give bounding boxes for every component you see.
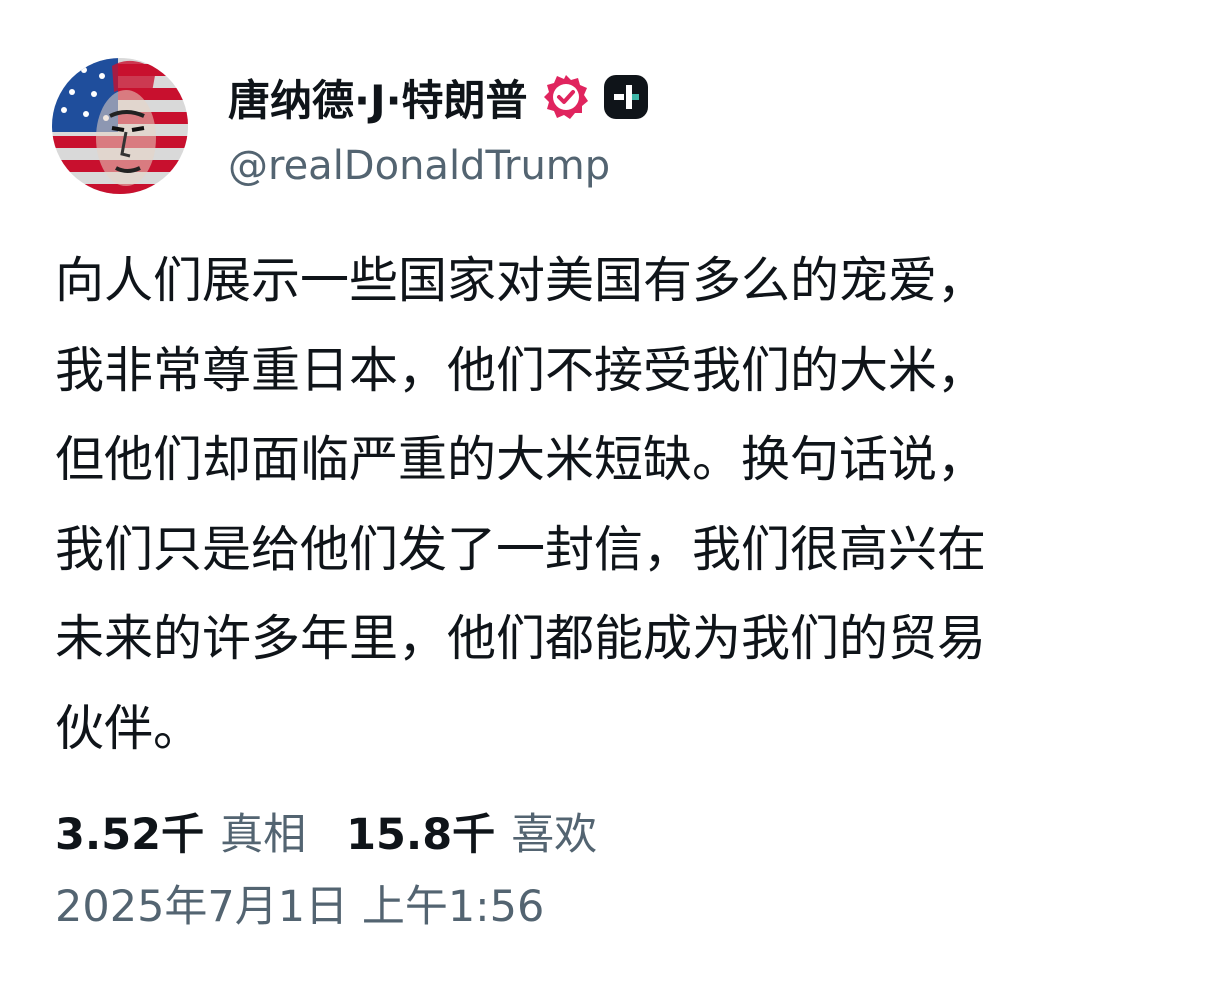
truths-label: 真相	[220, 810, 307, 860]
likes-label: 喜欢	[511, 810, 598, 860]
post-body-line: 但他们却面临严重的大米短缺。换句话说，	[55, 431, 987, 488]
post-body: 向人们展示一些国家对美国有多么的宠爱， 我非常尊重日本，他们不接受我们的大米， …	[55, 236, 1175, 773]
truths-stat[interactable]: 3.52千 真相	[55, 800, 306, 862]
post-card: 唐纳德·J·特朗普 @realDonaldTrump 向人们展示一些国家对美国有…	[0, 0, 1224, 981]
post-timestamp[interactable]: 2025年7月1日 上午1:56	[55, 872, 544, 934]
likes-stat[interactable]: 15.8千 喜欢	[346, 800, 597, 862]
post-body-line: 伙伴。	[55, 699, 203, 757]
author-handle[interactable]: @realDonaldTrump	[228, 143, 610, 189]
post-body-line: 向人们展示一些国家对美国有多么的宠爱，	[55, 252, 987, 309]
post-body-line: 我们只是给他们发了一封信，我们很高兴在	[55, 520, 987, 578]
avatar[interactable]	[52, 58, 188, 194]
post-body-line: 未来的许多年里，他们都能成为我们的贸易	[55, 610, 987, 667]
truths-count: 3.52千	[55, 810, 205, 860]
post-body-line: 我非常尊重日本，他们不接受我们的大米，	[55, 341, 987, 399]
truth-social-app-icon	[602, 73, 650, 121]
avatar-image	[52, 58, 188, 194]
author-display-name[interactable]: 唐纳德·J·特朗普	[228, 67, 528, 128]
post-stats: 3.52千 真相 15.8千 喜欢	[55, 800, 597, 862]
verified-badge-icon	[542, 73, 590, 121]
author-name-row: 唐纳德·J·特朗普	[228, 66, 650, 128]
likes-count: 15.8千	[346, 810, 496, 860]
